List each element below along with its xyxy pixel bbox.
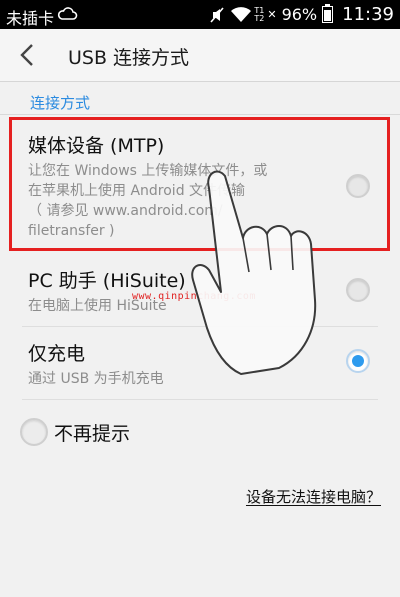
title-bar: USB 连接方式 xyxy=(0,29,400,82)
option-hisuite-title: PC 助手 (HiSuite) xyxy=(28,270,186,292)
mute-icon xyxy=(210,6,224,23)
dont-remind-checkbox[interactable] xyxy=(20,418,48,446)
option-hisuite-radio[interactable] xyxy=(346,278,370,302)
carrier-label: 未插卡 xyxy=(6,9,55,28)
signal-x-icon: ✕ xyxy=(267,8,277,21)
wifi-icon xyxy=(231,6,252,22)
option-charge-desc: 通过 USB 为手机充电 xyxy=(28,371,164,387)
sim-indicator: T1 T2 xyxy=(254,6,265,23)
section-label: 连接方式 xyxy=(30,94,91,112)
back-arrow-icon[interactable] xyxy=(14,41,42,69)
cloud-icon xyxy=(57,7,78,20)
page-title: USB 连接方式 xyxy=(68,47,190,69)
section-divider xyxy=(0,114,400,115)
dont-remind-label: 不再提示 xyxy=(54,422,131,445)
status-bar: 未插卡 T1 T2 ✕ 96% 11:39 xyxy=(0,0,400,29)
dont-remind-row[interactable]: 不再提示 xyxy=(20,418,130,446)
option-charge-title: 仅充电 xyxy=(28,343,86,365)
cannot-connect-help-link[interactable]: 设备无法连接电脑？ xyxy=(246,486,381,507)
clock: 11:39 xyxy=(342,4,394,25)
pointing-hand-icon xyxy=(191,170,317,375)
sim2-label: T2 xyxy=(254,13,265,23)
battery-percent: 96% xyxy=(281,5,318,24)
option-divider xyxy=(22,399,378,400)
battery-icon xyxy=(322,4,334,23)
option-charge-radio[interactable] xyxy=(346,349,370,373)
